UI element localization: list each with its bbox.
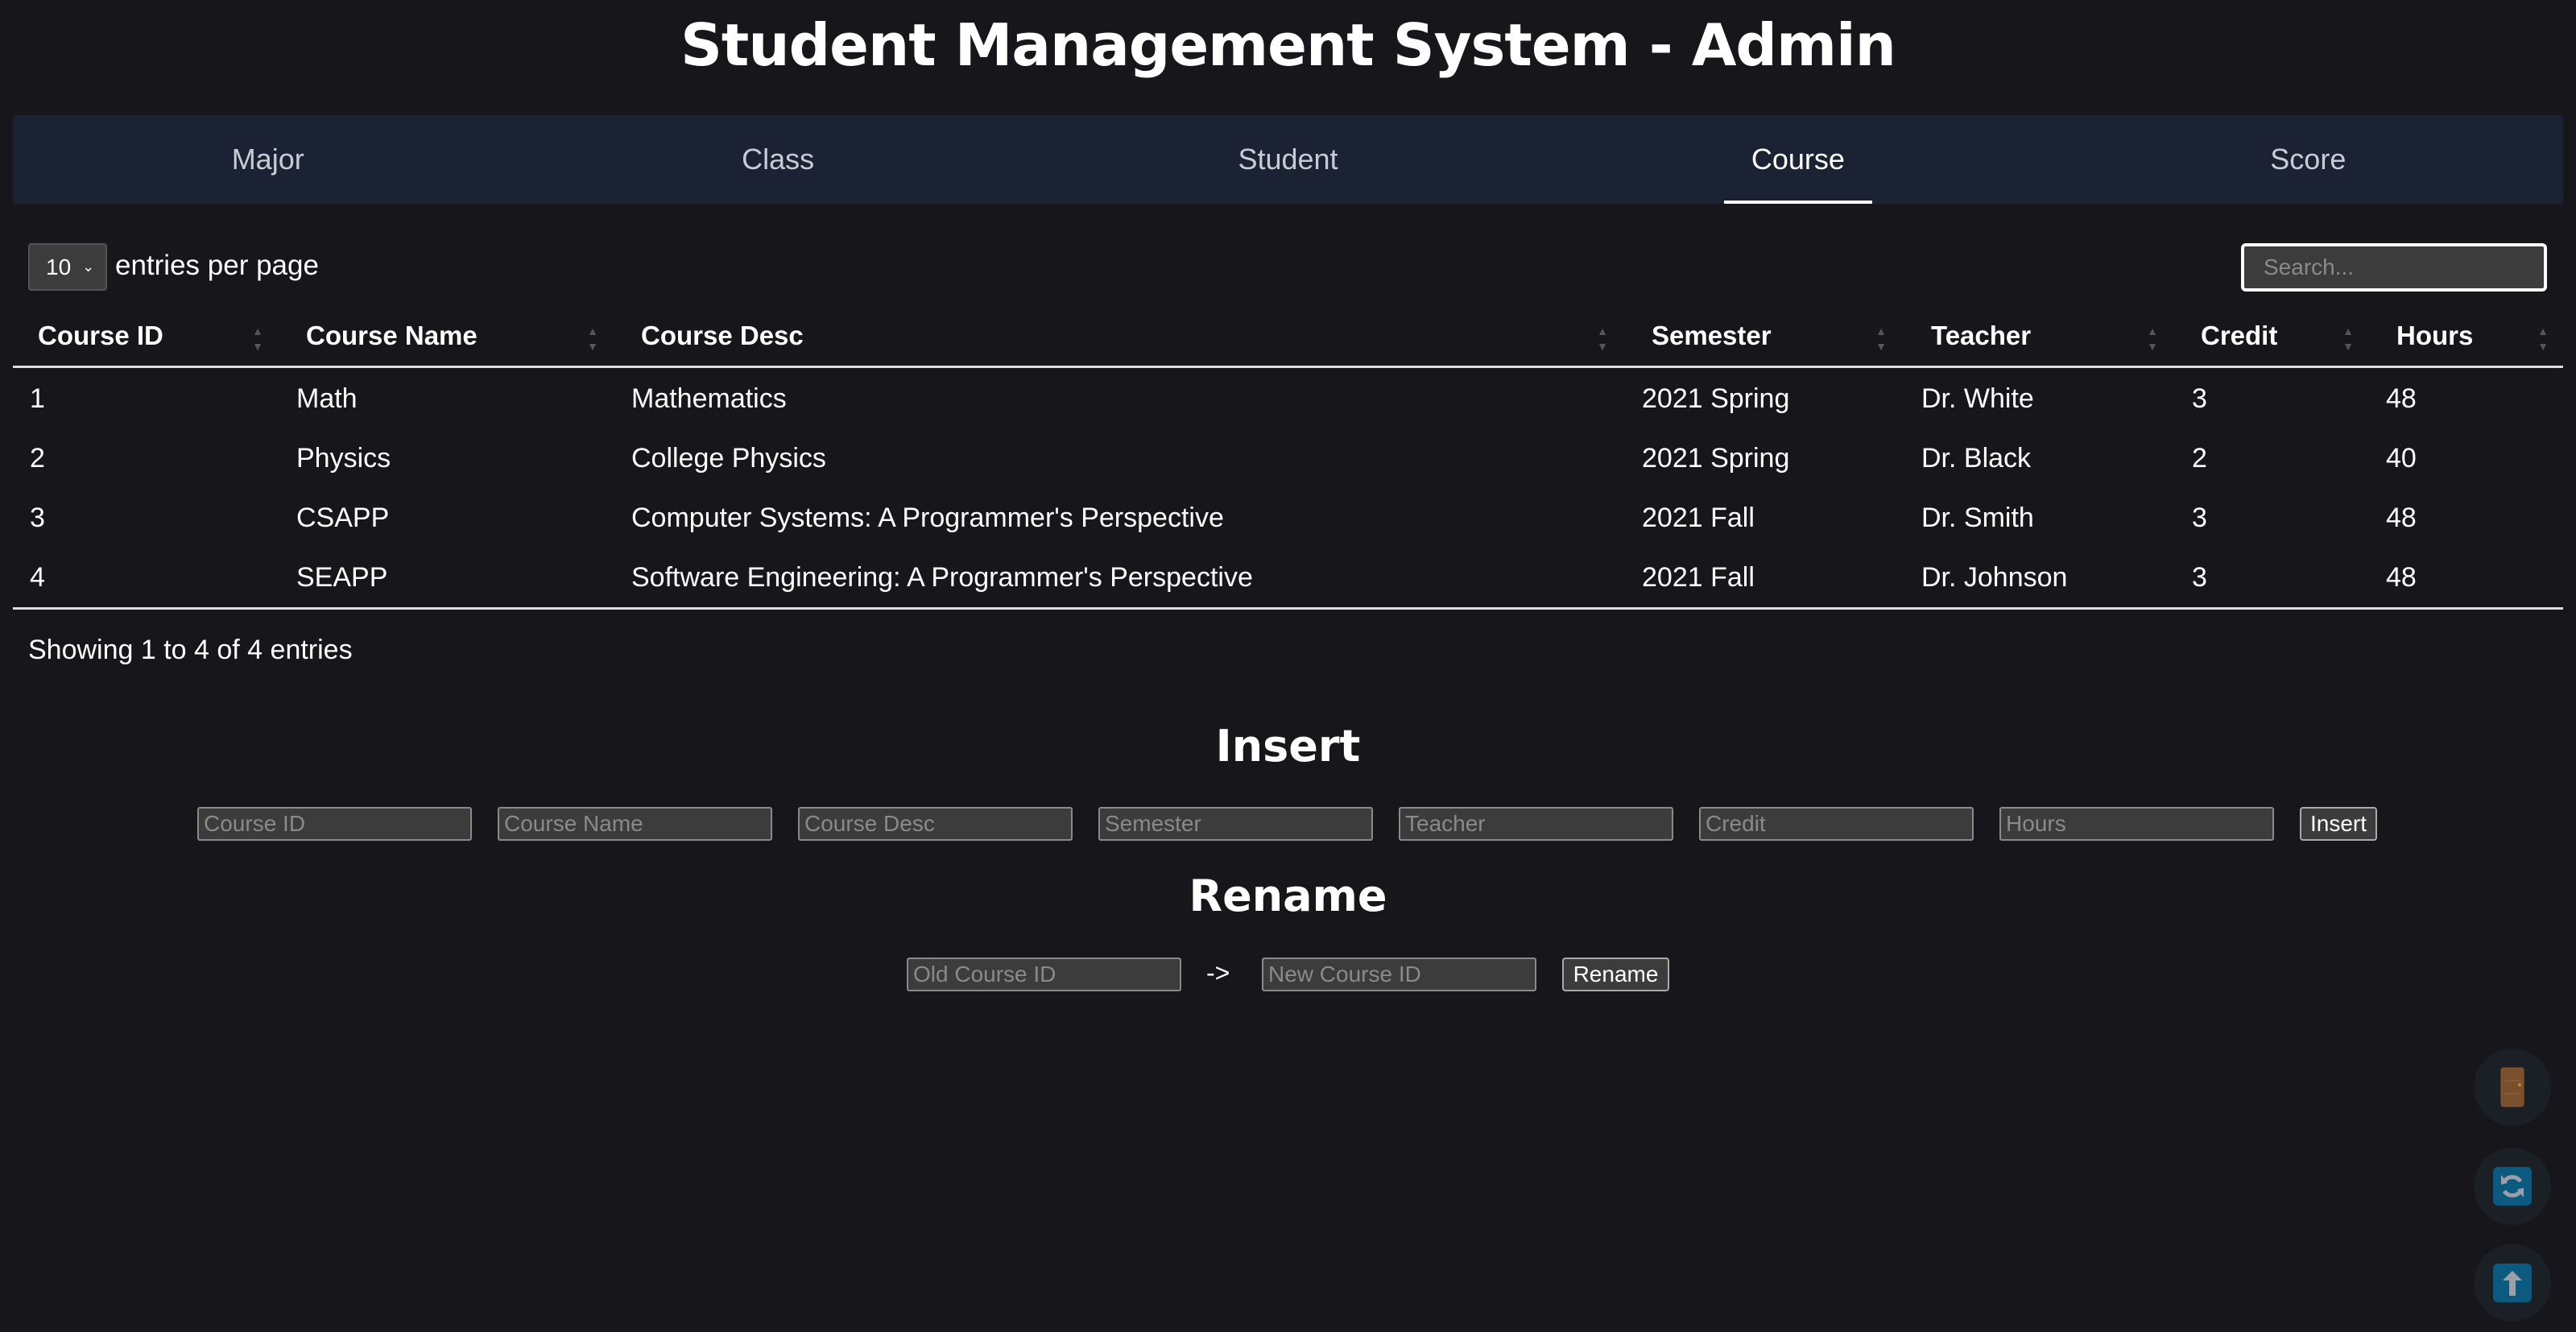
table-bottom-divider bbox=[13, 607, 2563, 610]
tab-student[interactable]: Student bbox=[1033, 115, 1543, 204]
exit-button[interactable] bbox=[2474, 1049, 2551, 1126]
table-cell: 4 bbox=[30, 562, 45, 593]
table-cell: 2 bbox=[2192, 443, 2207, 474]
table-cell: 1 bbox=[30, 383, 45, 414]
scroll-top-button[interactable] bbox=[2474, 1244, 2551, 1322]
table-cell: Physics bbox=[296, 443, 391, 474]
tab-score[interactable]: Score bbox=[2053, 115, 2563, 204]
sort-icon[interactable]: ▲ ▼ bbox=[586, 324, 599, 354]
header-divider bbox=[13, 366, 2563, 368]
tab-label: Student bbox=[1238, 143, 1338, 176]
sort-icon[interactable]: ▲ ▼ bbox=[1596, 324, 1609, 354]
column-header[interactable]: Credit bbox=[2201, 321, 2277, 351]
tab-major[interactable]: Major bbox=[13, 115, 523, 204]
table-cell: 48 bbox=[2386, 562, 2417, 593]
table-cell: 2 bbox=[30, 443, 45, 474]
table-cell: College Physics bbox=[631, 443, 826, 474]
insert-course-name-input[interactable] bbox=[498, 807, 772, 841]
table-cell: 2021 Fall bbox=[1642, 503, 1755, 533]
column-header[interactable]: Course ID bbox=[38, 321, 163, 351]
tab-label: Score bbox=[2270, 143, 2347, 176]
nav-tabs: Major Class Student Course Score bbox=[13, 115, 2563, 204]
table-cell: Computer Systems: A Programmer's Perspec… bbox=[631, 503, 1224, 533]
insert-course-desc-input[interactable] bbox=[798, 807, 1073, 841]
table-cell: Dr. White bbox=[1921, 383, 2034, 414]
tab-class[interactable]: Class bbox=[523, 115, 1032, 204]
tab-course[interactable]: Course bbox=[1543, 115, 2053, 204]
table-cell: SEAPP bbox=[296, 562, 388, 593]
table-cell: Dr. Smith bbox=[1921, 503, 2034, 533]
rename-button[interactable]: Rename bbox=[1562, 958, 1669, 991]
refresh-icon bbox=[2493, 1167, 2532, 1206]
refresh-button[interactable] bbox=[2474, 1148, 2551, 1225]
table-cell: 40 bbox=[2386, 443, 2417, 474]
sort-icon[interactable]: ▲ ▼ bbox=[1875, 324, 1888, 354]
page-size-select[interactable]: 10 ⌄ bbox=[28, 243, 107, 291]
table-cell: 3 bbox=[2192, 383, 2207, 414]
column-header[interactable]: Hours bbox=[2396, 321, 2473, 351]
insert-hours-input[interactable] bbox=[1999, 807, 2274, 841]
chevron-down-icon: ⌄ bbox=[82, 259, 95, 275]
table-cell: 2021 Fall bbox=[1642, 562, 1755, 593]
table-cell: Software Engineering: A Programmer's Per… bbox=[631, 562, 1253, 593]
tab-label: Course bbox=[1723, 115, 1872, 204]
entries-label: entries per page bbox=[115, 250, 319, 281]
sort-icon[interactable]: ▲ ▼ bbox=[2146, 324, 2159, 354]
sort-icon[interactable]: ▲ ▼ bbox=[2537, 324, 2549, 354]
column-header[interactable]: Course Name bbox=[306, 321, 478, 351]
table-cell: 3 bbox=[30, 503, 45, 533]
table-cell: 2021 Spring bbox=[1642, 443, 1790, 474]
table-cell: Dr. Black bbox=[1921, 443, 2032, 474]
insert-semester-input[interactable] bbox=[1098, 807, 1373, 841]
sort-icon[interactable]: ▲ ▼ bbox=[2342, 324, 2355, 354]
page-size-value: 10 bbox=[46, 254, 72, 279]
arrow-up-icon bbox=[2493, 1264, 2532, 1302]
table-cell: Dr. Johnson bbox=[1921, 562, 2068, 593]
table-cell: 2021 Spring bbox=[1642, 383, 1790, 414]
table-cell: Mathematics bbox=[631, 383, 787, 414]
sort-icon[interactable]: ▲ ▼ bbox=[251, 324, 264, 354]
door-icon bbox=[2500, 1067, 2524, 1107]
column-header[interactable]: Teacher bbox=[1931, 321, 2031, 351]
table-cell: 48 bbox=[2386, 383, 2417, 414]
tab-label: Major bbox=[231, 143, 304, 176]
insert-teacher-input[interactable] bbox=[1399, 807, 1673, 841]
new-course-id-input[interactable] bbox=[1262, 958, 1536, 991]
tab-label: Class bbox=[742, 143, 815, 176]
search-input[interactable] bbox=[2241, 243, 2547, 292]
insert-credit-input[interactable] bbox=[1699, 807, 1974, 841]
insert-course-id-input[interactable] bbox=[197, 807, 472, 841]
insert-heading: Insert bbox=[1215, 721, 1361, 771]
table-cell: 3 bbox=[2192, 503, 2207, 533]
table-cell: 3 bbox=[2192, 562, 2207, 593]
table-cell: Math bbox=[296, 383, 358, 414]
rename-heading: Rename bbox=[1189, 871, 1387, 921]
old-course-id-input[interactable] bbox=[907, 958, 1181, 991]
table-cell: CSAPP bbox=[296, 503, 390, 533]
page-title: Student Management System - Admin bbox=[680, 11, 1896, 79]
column-header[interactable]: Semester bbox=[1652, 321, 1772, 351]
rename-arrow: -> bbox=[1206, 958, 1230, 987]
table-cell: 48 bbox=[2386, 503, 2417, 533]
insert-button[interactable]: Insert bbox=[2300, 807, 2377, 841]
column-header[interactable]: Course Desc bbox=[641, 321, 804, 351]
table-info: Showing 1 to 4 of 4 entries bbox=[28, 635, 353, 665]
